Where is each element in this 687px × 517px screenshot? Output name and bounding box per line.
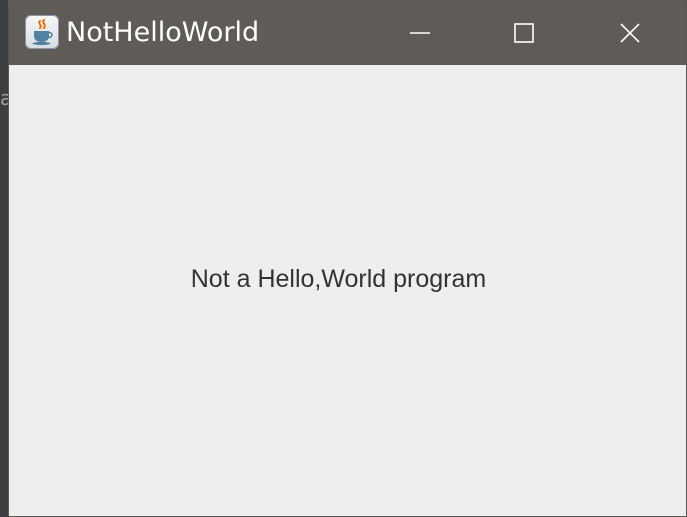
maximize-icon bbox=[514, 23, 534, 43]
content-panel: Not a Hello,World program bbox=[9, 65, 686, 516]
close-icon bbox=[620, 23, 640, 43]
message-label: Not a Hello,World program bbox=[190, 265, 487, 293]
maximize-button[interactable] bbox=[492, 1, 556, 65]
minimize-icon bbox=[410, 32, 430, 34]
window-title: NotHelloWorld bbox=[66, 17, 260, 48]
close-button[interactable] bbox=[598, 1, 662, 65]
minimize-button[interactable] bbox=[388, 1, 452, 65]
app-window: NotHelloWorld Not a Hello,World program bbox=[8, 0, 687, 517]
java-coffee-icon[interactable] bbox=[25, 15, 59, 49]
title-bar[interactable]: NotHelloWorld bbox=[9, 1, 686, 65]
